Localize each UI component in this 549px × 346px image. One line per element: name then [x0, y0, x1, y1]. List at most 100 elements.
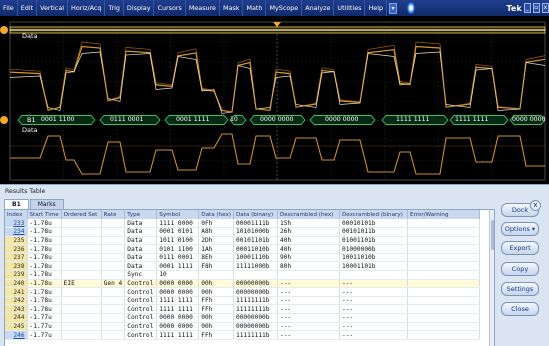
table-row[interactable]: 242 -1.78u Control 1111 1111 FFh 11111111b ---…	[5, 296, 480, 306]
cell-rate	[101, 322, 126, 332]
col-header[interactable]: Ordered Set	[61, 210, 102, 219]
cell-index: 238	[5, 261, 28, 272]
cell-start: -1.77u	[27, 330, 62, 340]
col-header[interactable]: Data (hex)	[198, 210, 234, 219]
table-row[interactable]: 241 -1.78u Control 0000 0000 00h 00000000b ---…	[5, 287, 480, 297]
cell-symbol: 1111 1111	[156, 330, 200, 340]
table-row[interactable]: 240 -1.78u EIE Gen 4 Control 0000 0000 00h 0000…	[5, 279, 480, 289]
menu-vertical[interactable]: Vertical	[37, 0, 69, 16]
cell-symbol: 1111 0000	[156, 219, 200, 229]
menu-mask[interactable]: Mask	[220, 0, 244, 16]
menu-display[interactable]: Display	[124, 0, 155, 16]
col-header[interactable]: Rate	[101, 210, 126, 219]
cell-index: 244	[5, 313, 28, 323]
cell-bin: 00000000b	[233, 322, 278, 332]
col-header[interactable]: Index	[5, 210, 28, 219]
cell-symbol: 0000 0000	[156, 313, 200, 323]
table-row[interactable]: 234 -1.78u Data 0001 0101 A8h 10101000b 26h 001…	[5, 227, 480, 237]
menu-myscope[interactable]: MyScope	[266, 0, 303, 16]
menu-help[interactable]: Help	[365, 0, 388, 16]
cell-err	[407, 253, 480, 263]
table-row[interactable]: 239 -1.78u Sync 10	[5, 270, 480, 280]
table-row[interactable]: 245 -1.77u Control 0000 0000 00h 00000000b ---…	[5, 322, 480, 332]
cell-symbol: 0001 1111	[156, 261, 200, 272]
cell-start: -1.78u	[27, 279, 62, 289]
cell-index: 243	[5, 304, 28, 315]
col-header[interactable]: Start Time	[27, 210, 62, 219]
menu-measure[interactable]: Measure	[186, 0, 220, 16]
menu-cursors[interactable]: Cursors	[154, 0, 186, 16]
table-row[interactable]: 238 -1.78u Data 0001 1111 F8h 11111000b 80h 100…	[5, 261, 480, 272]
cell-dhex: 80h	[277, 261, 340, 272]
cell-dbin: ---	[339, 322, 408, 332]
table-row[interactable]: 237 -1.78u Data 0111 0001 8Eh 10001110b 90h 100…	[5, 253, 480, 263]
cell-oset	[61, 236, 102, 246]
vertical-scrollbar[interactable]	[489, 210, 494, 346]
col-header[interactable]: Descrambled (hex)	[277, 210, 340, 219]
col-header[interactable]: Type	[124, 210, 158, 219]
cell-hex: FFh	[198, 304, 234, 315]
cell-err	[407, 304, 480, 315]
window-close-button[interactable]: x	[541, 3, 549, 13]
waveform-display[interactable]: Data B1 Data 0001 1100 0111 0001 0001 11…	[0, 16, 549, 184]
cell-bin: 11111000b	[233, 261, 278, 272]
cell-bin: 00000000b	[233, 279, 278, 289]
cell-dhex: ---	[277, 330, 340, 340]
results-close-icon[interactable]: x	[530, 200, 541, 211]
table-row[interactable]: 243 -1.78u Control 1111 1111 FFh 11111111b ---…	[5, 304, 480, 315]
cell-index: 241	[5, 287, 28, 297]
cell-index: 242	[5, 296, 28, 306]
table-row[interactable]: 233 -1.78u Data 1111 0000 0Fh 00001111b 15h 000…	[5, 219, 480, 229]
cell-start: -1.78u	[27, 253, 62, 263]
cell-start: -1.78u	[27, 236, 62, 246]
cell-dbin	[339, 270, 408, 280]
table-row[interactable]: 235 -1.78u Data 1011 0100 2Dh 00101101b 40h 010…	[5, 236, 480, 246]
menu-file[interactable]: File	[0, 0, 18, 16]
minimize-button[interactable]: _	[523, 3, 531, 13]
export-button[interactable]: Export	[501, 241, 539, 255]
results-table[interactable]: Index Start Time Ordered Set Rate Type S…	[4, 209, 495, 346]
tab-marks[interactable]: Marks	[29, 199, 64, 209]
cell-rate	[101, 253, 126, 263]
cell-start: -1.78u	[27, 270, 62, 280]
menu-trig[interactable]: Trig	[105, 0, 124, 16]
menu-horiz-acq[interactable]: Horiz/Acq	[68, 0, 106, 16]
cell-index: 240	[5, 279, 28, 289]
menu-analyze[interactable]: Analyze	[302, 0, 335, 16]
cell-hex: 1Ah	[198, 244, 234, 254]
cell-oset	[61, 304, 102, 315]
maximize-button[interactable]: ▫	[532, 3, 540, 13]
menu-utilities[interactable]: Utilities	[334, 0, 366, 16]
col-header[interactable]: Error/Warning	[407, 210, 480, 219]
cell-symbol: 0000 0000	[156, 322, 200, 332]
col-header[interactable]: Descrambled (binary)	[339, 210, 408, 219]
col-header[interactable]: Data (binary)	[233, 210, 278, 219]
table-row[interactable]: 246 -1.77u Control 1111 1111 FFh 11111111b ---…	[5, 330, 480, 340]
table-row[interactable]: 236 -1.78u Data 0101 1100 1Ah 00011010b 40h 010…	[5, 244, 480, 254]
cell-oset	[61, 287, 102, 297]
menu-math[interactable]: Math	[243, 0, 267, 16]
cell-err	[407, 287, 480, 297]
cell-oset	[61, 330, 102, 340]
table-row[interactable]: 244 -1.77u Control 0000 0000 00h 00000000b ---…	[5, 313, 480, 323]
bus-segment: 0001 1100	[41, 116, 75, 123]
settings-button[interactable]: Settings	[501, 282, 539, 296]
bus-data-label: Data	[22, 126, 38, 134]
results-title: Results Table	[5, 188, 46, 195]
close-button[interactable]: Close	[501, 302, 539, 316]
cell-start: -1.78u	[27, 219, 62, 229]
cell-symbol: 10	[156, 270, 200, 280]
bus-label: B1	[27, 116, 36, 124]
cell-dhex: ---	[277, 322, 340, 332]
copy-button[interactable]: Copy	[501, 262, 539, 276]
options-button[interactable]: Options ▾	[501, 222, 539, 236]
cell-type: Data	[124, 227, 158, 237]
cell-hex: 00h	[198, 313, 234, 323]
cell-type: Control	[124, 296, 158, 306]
menu-edit[interactable]: Edit	[18, 0, 38, 16]
menu-dropdown-arrow-icon[interactable]: ▾	[389, 2, 397, 14]
tab-b1[interactable]: B1	[4, 199, 29, 209]
col-header[interactable]: Symbol	[156, 210, 200, 219]
cell-index: 234	[5, 227, 28, 237]
scrollbar-thumb[interactable]	[491, 220, 494, 250]
